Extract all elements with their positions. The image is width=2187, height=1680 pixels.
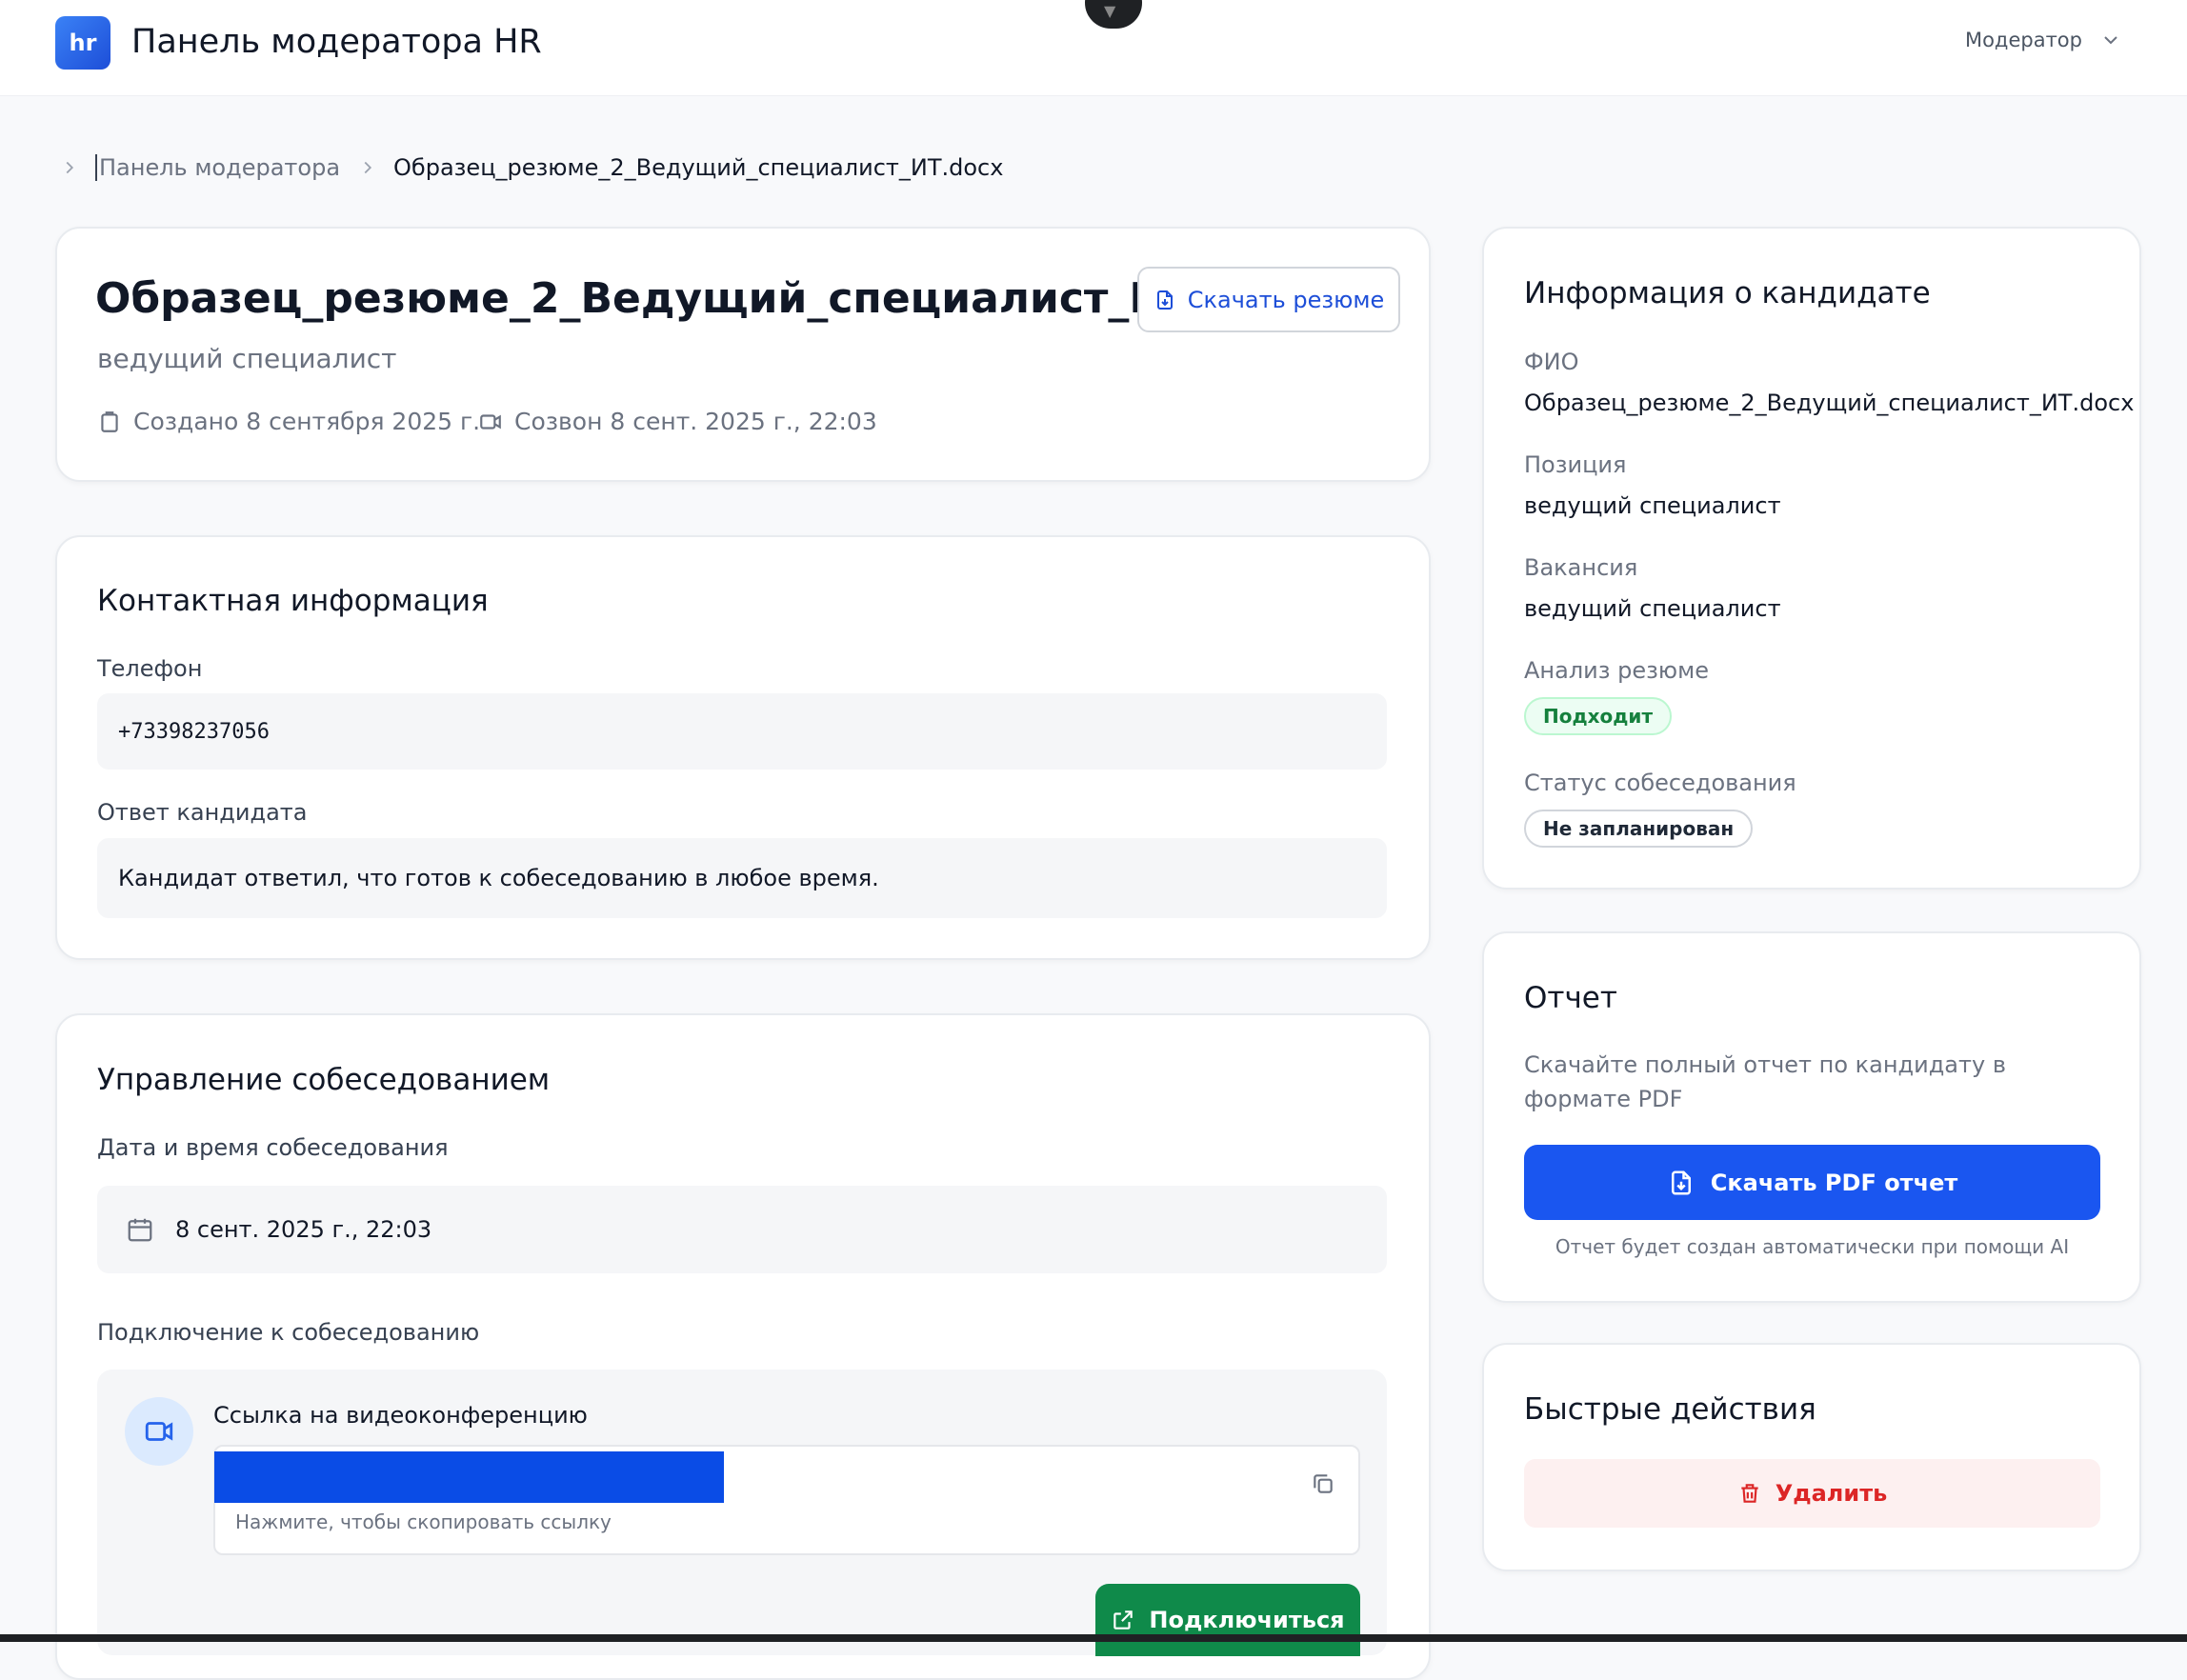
file-download-icon [1156,290,1173,310]
video-icon [145,1422,173,1441]
candidate-heading: Информация о кандидате [1524,276,1931,310]
download-pdf-label: Скачать PDF отчет [1710,1169,1958,1196]
breadcrumb-current: Образец_резюме_2_Ведущий_специалист_ИТ.d… [393,154,1004,181]
created-meta: Создано 8 сентября 2025 г. [97,408,480,435]
external-link-icon [1114,1610,1134,1630]
created-date: Создано 8 сентября 2025 г. [133,408,481,435]
answer-label: Ответ кандидата [97,799,308,826]
quick-actions-heading: Быстрые действия [1524,1392,1816,1427]
position-label: Позиция [1524,451,1627,478]
chevron-down-icon [2104,36,2117,45]
top-bar: hr Панель модератора HR ▼ Модератор [0,0,2187,96]
trash-icon [1741,1484,1758,1503]
call-date: Созвон 8 сент. 2025 г., 22:03 [514,408,877,435]
link-title: Ссылка на видеоконференцию [213,1402,588,1429]
datetime-value: 8 сент. 2025 г., 22:03 [175,1216,432,1243]
clipboard-icon [101,410,118,432]
window-bottom-edge [0,1634,2187,1642]
download-pdf-button[interactable]: Скачать PDF отчет [1524,1145,2100,1220]
chevron-right-icon [364,161,372,174]
calendar-icon [128,1218,152,1242]
datetime-label: Дата и время собеседования [97,1134,449,1161]
datetime-field[interactable]: 8 сент. 2025 г., 22:03 [97,1186,1387,1273]
analysis-badge: Подходит [1524,697,1673,735]
answer-field[interactable]: Кандидат ответил, что готов к собеседова… [97,838,1387,918]
camera-notch: ▼ [1085,0,1142,29]
chevron-down-icon: ▼ [1104,2,1116,20]
chevron-right-icon [66,161,74,174]
phone-value: +73398237056 [118,719,270,744]
copy-hint: Нажмите, чтобы скопировать ссылку [235,1510,612,1533]
download-resume-button[interactable]: Скачать резюме [1137,267,1400,332]
breadcrumb: Панель модератора Образец_резюме_2_Ведущ… [59,154,1003,181]
report-heading: Отчет [1524,981,1617,1015]
page-title: Образец_резюме_2_Ведущий_специалист_ИТ.d… [95,274,1320,323]
call-meta: Созвон 8 сент. 2025 г., 22:03 [478,408,877,435]
delete-button[interactable]: Удалить [1524,1459,2100,1528]
analysis-label: Анализ резюме [1524,657,1709,684]
answer-value: Кандидат ответил, что готов к собеседова… [118,865,879,891]
join-label: Подключиться [1149,1607,1345,1633]
position-value: ведущий специалист [1524,492,1781,519]
contact-heading: Контактная информация [97,584,489,618]
connect-label: Подключение к собеседованию [97,1319,480,1346]
meeting-link-redacted[interactable] [214,1451,724,1503]
report-note: Отчет будет создан автоматически при пом… [1555,1235,2070,1258]
copy-icon[interactable] [1311,1471,1335,1496]
resume-position: ведущий специалист [97,343,397,374]
status-badge: Не запланирован [1524,810,1754,848]
video-icon [480,413,501,430]
vacancy-label: Вакансия [1524,554,1638,581]
video-call-avatar [125,1397,193,1466]
quick-actions-card [1482,1343,2141,1571]
interview-heading: Управление собеседованием [97,1063,551,1097]
file-download-icon [1671,1170,1691,1194]
status-label: Статус собеседования [1524,770,1796,796]
report-description: Скачайте полный отчет по кандидату в фор… [1524,1051,2006,1112]
fio-label: ФИО [1524,349,1579,375]
phone-label: Телефон [97,655,203,682]
breadcrumb-parent-link[interactable]: Панель модератора [95,154,340,181]
vacancy-value: ведущий специалист [1524,595,1781,622]
fio-value: Образец_резюме_2_Ведущий_специалист_ИТ.d… [1524,390,2135,416]
user-menu[interactable]: Модератор [1965,29,2122,51]
user-role: Модератор [1964,29,2082,51]
app-logo[interactable]: hr [55,16,110,70]
app-title: Панель модератора HR [131,23,542,61]
delete-label: Удалить [1775,1480,1888,1507]
join-interview-button[interactable]: Подключиться [1095,1584,1360,1656]
download-resume-label: Скачать резюме [1187,286,1385,313]
phone-field[interactable]: +73398237056 [97,693,1387,770]
